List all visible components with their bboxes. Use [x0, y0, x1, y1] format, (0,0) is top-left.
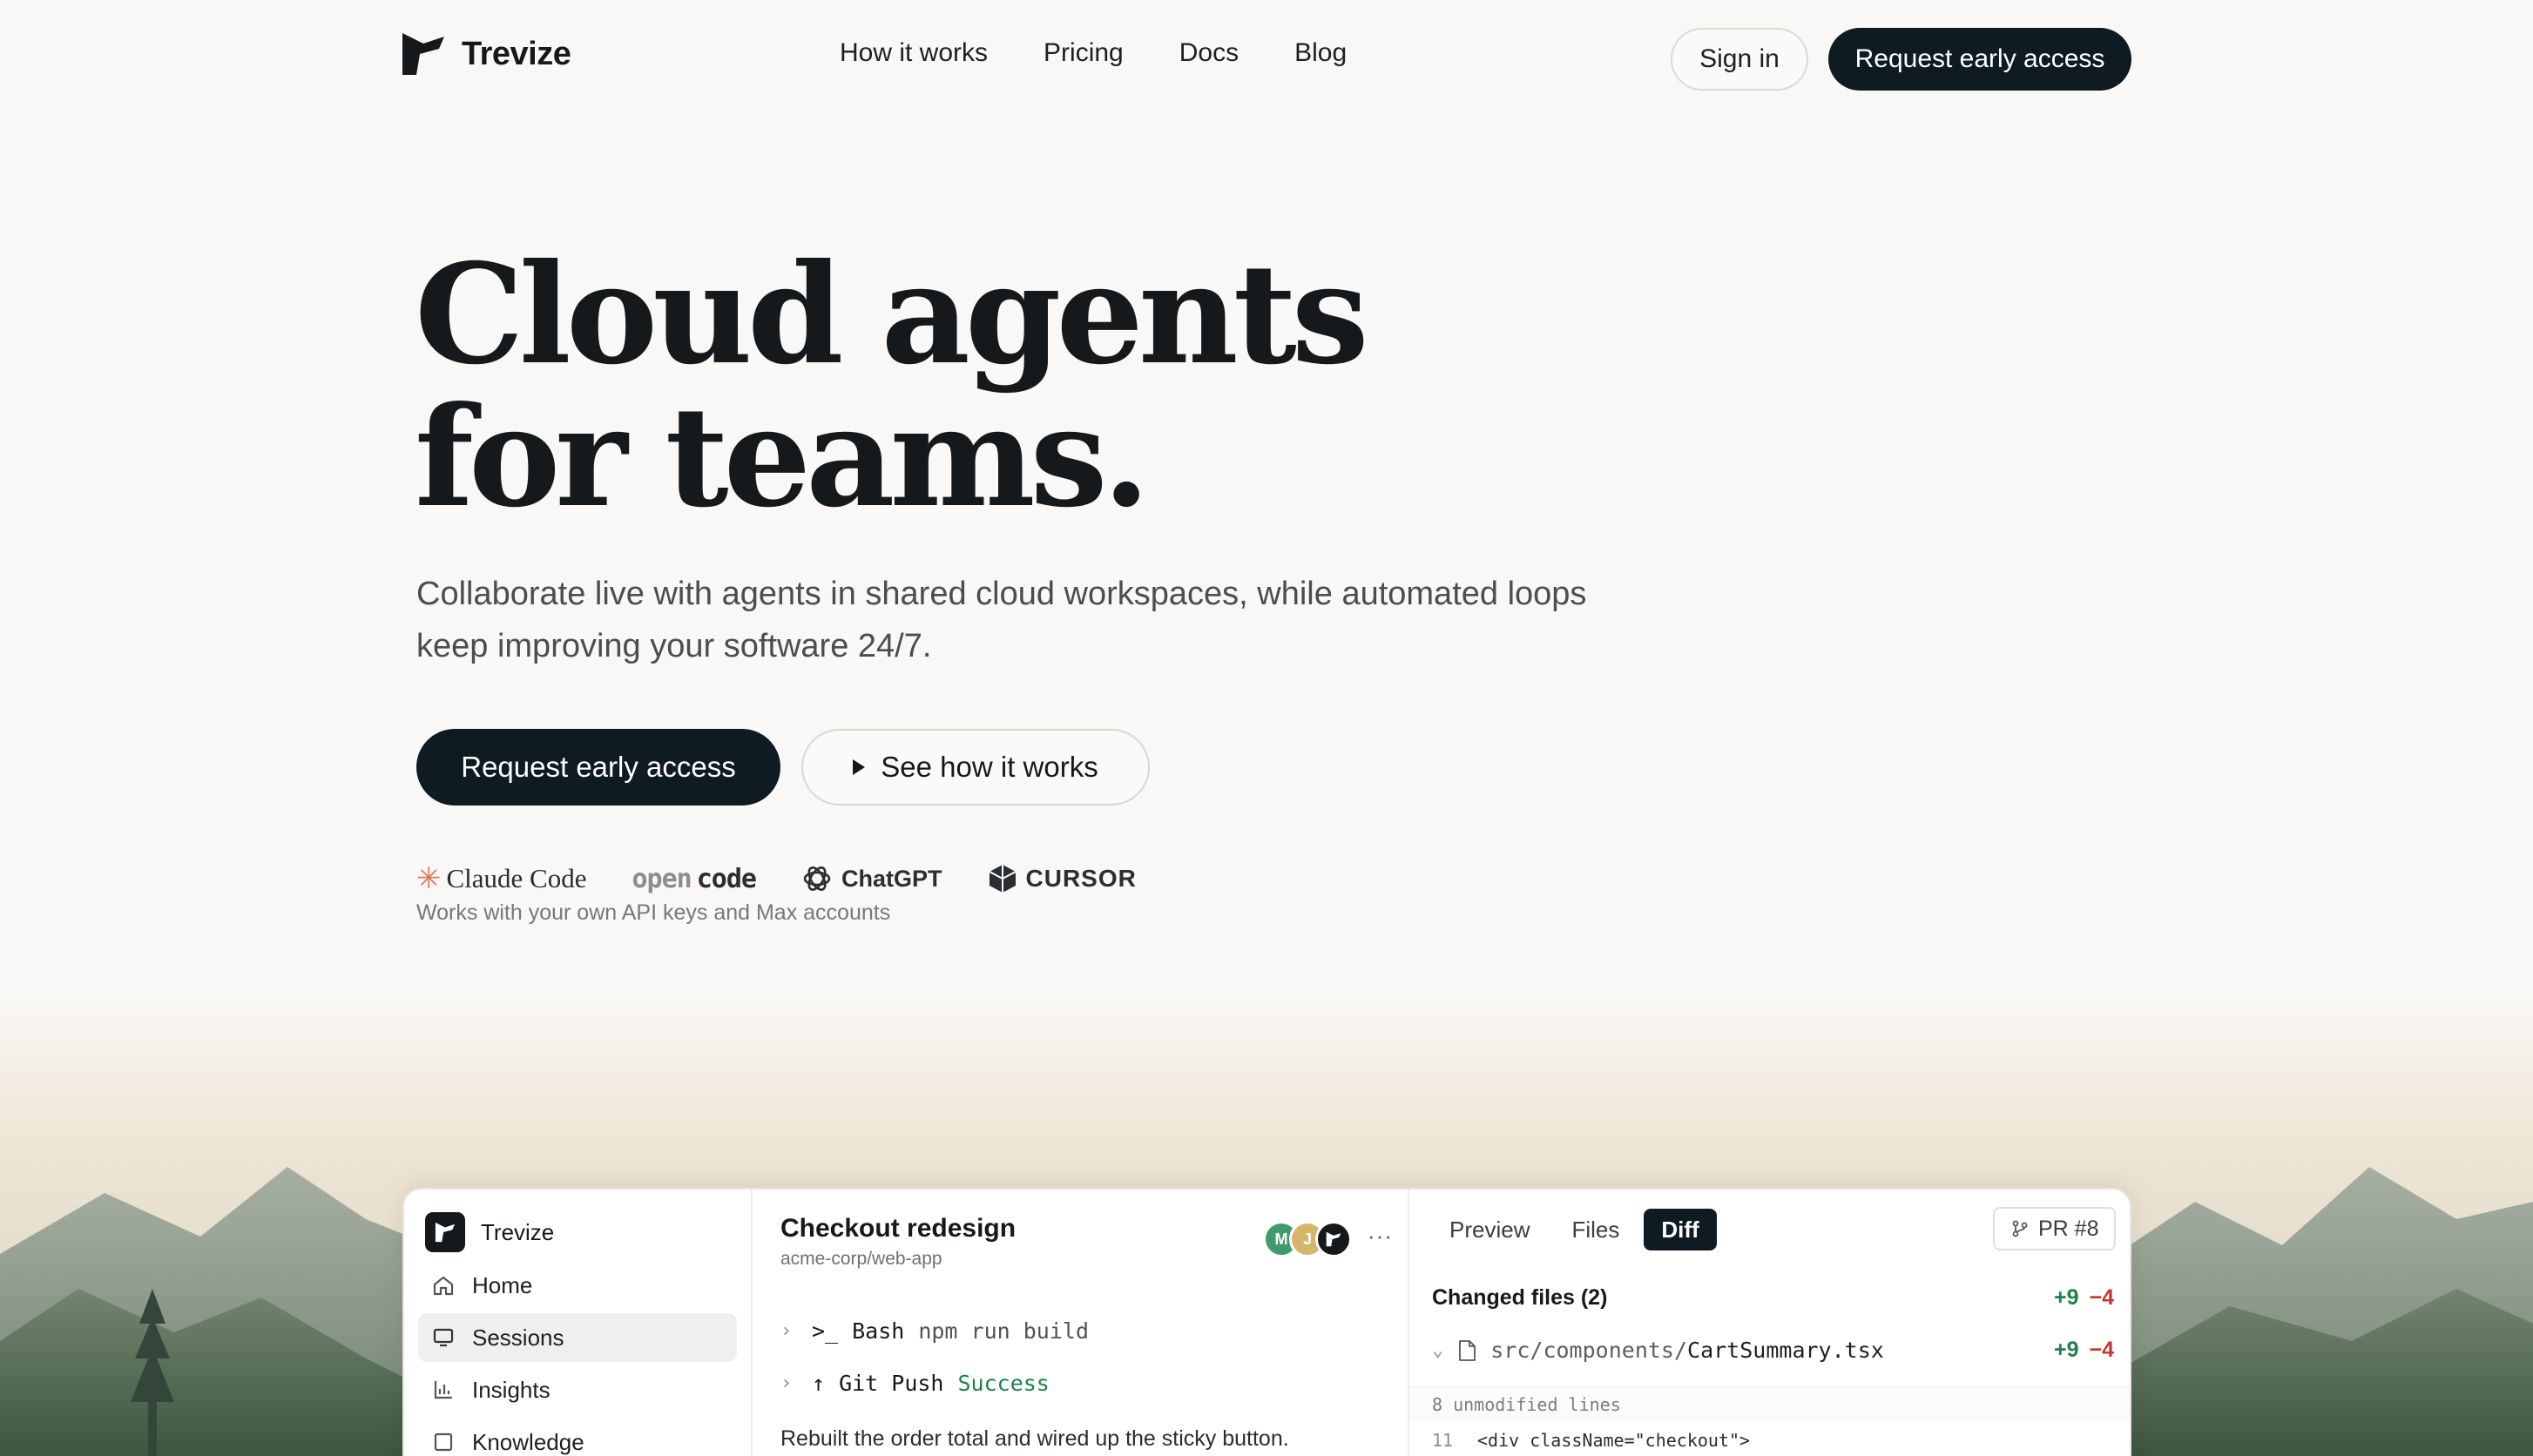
hero-subtitle-line-1: Collaborate live with agents in shared c…	[416, 576, 1587, 612]
file-additions: +9	[2053, 1338, 2079, 1362]
hero-title-line-2: for teams.	[415, 377, 1151, 538]
file-stats: +9 −4	[2054, 1338, 2114, 1363]
chevron-right-icon: ›	[780, 1320, 793, 1342]
claude-star-icon: ✳	[416, 863, 442, 895]
file-directory: src/components/	[1490, 1338, 1688, 1363]
line-number: 11	[1432, 1430, 1454, 1451]
trevize-logo-icon	[402, 33, 444, 75]
tab-files[interactable]: Files	[1554, 1209, 1637, 1250]
opencode-logo: open code	[632, 863, 758, 894]
claude-code-label: Claude Code	[446, 863, 587, 893]
hero-subtitle-line-2: keep improving your software 24/7.	[416, 628, 932, 664]
brand-logo[interactable]: Trevize	[401, 31, 571, 77]
cursor-cube-icon	[989, 865, 1016, 893]
hero-title-line-1: Cloud agents	[415, 234, 1369, 395]
code-line: 11 <div className="checkout">	[1409, 1421, 2130, 1456]
tool-status: Success	[957, 1371, 1050, 1396]
app-logo-icon	[425, 1212, 465, 1252]
tool-call-bash[interactable]: › >_ Bash npm run build	[780, 1318, 1089, 1344]
sidebar-item-sessions[interactable]: Sessions	[418, 1313, 737, 1362]
opencode-label-code: code	[696, 863, 757, 894]
nav-request-access-button[interactable]: Request early access	[1828, 28, 2131, 91]
nav-link-docs[interactable]: Docs	[1179, 38, 1239, 68]
sign-in-button[interactable]: Sign in	[1671, 28, 1808, 91]
bar-chart-icon	[434, 1381, 452, 1399]
nav-links: How it works Pricing Docs Blog	[840, 38, 1347, 68]
play-icon	[853, 759, 866, 775]
tool-argument: npm run build	[918, 1318, 1089, 1344]
sidebar-item-knowledge[interactable]: Knowledge	[418, 1418, 737, 1456]
session-title: Checkout redesign	[780, 1214, 1017, 1243]
changed-files-stats: +9 −4	[2054, 1285, 2114, 1311]
file-name: CartSummary.tsx	[1687, 1338, 1884, 1363]
chatgpt-logo: ChatGPT	[801, 863, 942, 894]
sidebar-item-label: Sessions	[472, 1324, 564, 1351]
session-repo: acme-corp/web-app	[780, 1249, 942, 1269]
openai-knot-icon	[803, 866, 831, 891]
changed-file-row[interactable]: ⌄ src/components/CartSummary.tsx	[1432, 1338, 1884, 1363]
additions-count: +9	[2053, 1285, 2079, 1310]
tool-name: Bash	[852, 1318, 905, 1344]
agent-message: Rebuilt the order total and wired up the…	[780, 1426, 1289, 1451]
chevron-right-icon: ›	[780, 1372, 793, 1394]
terminal-icon: >_	[812, 1318, 839, 1344]
app-sidebar: Trevize Home Sessions Insights Knowledge	[404, 1190, 753, 1456]
git-branch-icon	[2012, 1220, 2028, 1237]
line-code: <div className="checkout">	[1477, 1430, 1751, 1451]
partner-logos: ✳ Claude Code open code ChatGPT CURSOR	[416, 859, 1137, 899]
session-panel: Checkout redesign acme-corp/web-app M J …	[753, 1190, 1409, 1456]
pr-label: PR #8	[2038, 1216, 2099, 1241]
pull-request-badge[interactable]: PR #8	[1993, 1207, 2117, 1250]
nav-link-how-it-works[interactable]: How it works	[840, 38, 988, 68]
top-nav: Trevize How it works Pricing Docs Blog S…	[0, 0, 2533, 118]
agent-avatar	[1315, 1221, 1352, 1257]
see-how-it-works-button[interactable]: See how it works	[801, 729, 1150, 806]
file-deletions: −4	[2089, 1338, 2114, 1362]
changed-files-title: Changed files (2)	[1432, 1285, 1608, 1310]
home-icon	[433, 1276, 454, 1296]
sidebar-item-label: Home	[472, 1271, 533, 1298]
tool-call-git-push[interactable]: › ↑ Git Push Success	[780, 1371, 1050, 1396]
sidebar-item-label: Knowledge	[472, 1428, 584, 1455]
brand-name: Trevize	[462, 35, 571, 72]
nav-link-pricing[interactable]: Pricing	[1044, 38, 1124, 68]
hero-title: Cloud agents for teams.	[415, 244, 1634, 529]
book-icon	[434, 1432, 453, 1452]
opencode-label-open: open	[632, 863, 692, 894]
app-preview-window: Trevize Home Sessions Insights Knowledge…	[402, 1188, 2131, 1456]
app-brand-name: Trevize	[481, 1218, 555, 1245]
nav-link-blog[interactable]: Blog	[1294, 38, 1347, 68]
chatgpt-label: ChatGPT	[841, 865, 942, 892]
partners-caption: Works with your own API keys and Max acc…	[416, 900, 891, 925]
hero-subtitle: Collaborate live with agents in shared c…	[416, 568, 1636, 672]
collaborator-avatars[interactable]: M J	[1263, 1221, 1352, 1257]
tab-preview[interactable]: Preview	[1432, 1209, 1547, 1250]
file-icon	[1459, 1339, 1476, 1361]
tab-diff[interactable]: Diff	[1644, 1209, 1717, 1250]
cursor-label: CURSOR	[1025, 865, 1137, 892]
panel-tabs: Preview Files Diff	[1432, 1209, 1717, 1250]
claude-code-logo: ✳ Claude Code	[416, 861, 587, 896]
sidebar-item-insights[interactable]: Insights	[418, 1365, 737, 1414]
cursor-logo: CURSOR	[988, 863, 1137, 894]
sidebar-item-label: Insights	[472, 1376, 551, 1403]
see-how-it-works-label: See how it works	[881, 751, 1098, 783]
monitor-icon	[433, 1328, 454, 1347]
arrow-up-icon: ↑	[812, 1371, 826, 1396]
deletions-count: −4	[2089, 1285, 2114, 1310]
unmodified-lines-toggle[interactable]: 8 unmodified lines	[1409, 1386, 2130, 1421]
diff-panel: Preview Files Diff PR #8 Changed files (…	[1409, 1190, 2130, 1456]
tool-name: Git Push	[839, 1371, 944, 1396]
hero-request-access-button[interactable]: Request early access	[416, 729, 780, 806]
app-brand[interactable]: Trevize	[425, 1212, 554, 1252]
chevron-down-icon: ⌄	[1432, 1339, 1444, 1361]
more-options-icon[interactable]: ···	[1368, 1223, 1393, 1250]
sidebar-item-home[interactable]: Home	[418, 1261, 737, 1310]
